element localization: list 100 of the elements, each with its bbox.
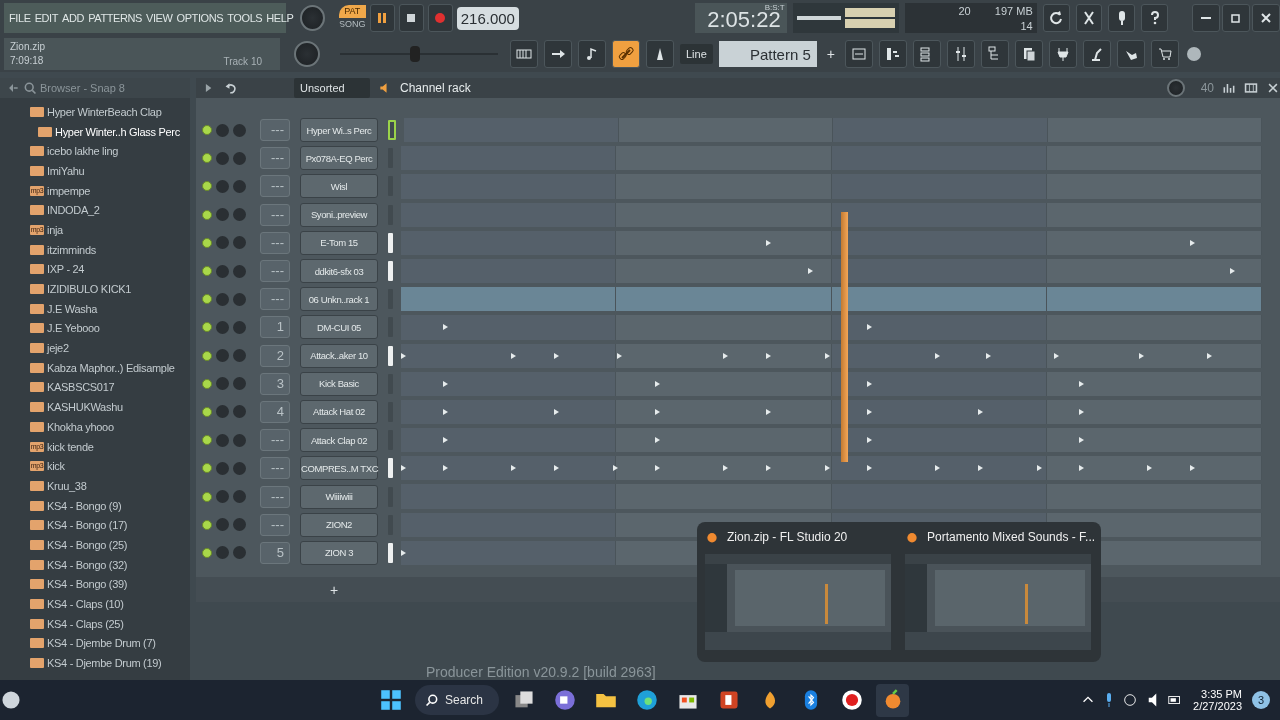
browser-item[interactable]: Kruu_38 xyxy=(0,476,190,496)
mixer-track-field[interactable]: 2 xyxy=(260,344,290,367)
volume-knob[interactable] xyxy=(233,179,246,193)
browser-item[interactable]: ImiYahu xyxy=(0,161,190,181)
menu-item[interactable]: HELP xyxy=(266,12,294,24)
menu-item[interactable]: OPTIONS xyxy=(176,12,224,24)
toolbar-button[interactable] xyxy=(1049,40,1077,68)
mixer-track-field[interactable]: 4 xyxy=(260,400,290,423)
mixer-track-field[interactable]: --- xyxy=(260,147,290,170)
step-sequencer-row[interactable] xyxy=(401,287,1262,312)
mute-led[interactable] xyxy=(202,209,212,220)
toolbar-button[interactable] xyxy=(879,40,907,68)
notification-badge[interactable]: 3 xyxy=(1252,691,1270,709)
stop-button[interactable] xyxy=(398,4,424,32)
group-filter-dropdown[interactable]: Unsorted xyxy=(294,78,370,98)
browser-item[interactable]: Khokha yhooo xyxy=(0,417,190,437)
mixer-track-field[interactable]: 3 xyxy=(260,372,290,395)
pan-knob[interactable] xyxy=(216,433,229,447)
pattern-selector[interactable]: Pattern 5 xyxy=(718,41,817,67)
menu-item[interactable]: FILE xyxy=(9,12,31,24)
mixer-track-field[interactable]: 1 xyxy=(260,316,290,339)
toolbar-button[interactable] xyxy=(612,40,640,68)
toolbar-button[interactable] xyxy=(1083,40,1111,68)
toolbar-button[interactable] xyxy=(1075,4,1103,32)
mute-led[interactable] xyxy=(202,463,212,474)
mixer-track-field[interactable]: --- xyxy=(260,513,290,536)
channel-button[interactable]: Attack Clap 02 xyxy=(300,428,378,453)
menu-item[interactable]: ADD xyxy=(62,12,85,24)
menu-item[interactable]: TOOLS xyxy=(227,12,263,24)
mute-led[interactable] xyxy=(202,294,212,305)
toolbar-button[interactable] xyxy=(947,40,975,68)
volume-knob[interactable] xyxy=(233,433,246,447)
volume-knob[interactable] xyxy=(300,5,325,31)
mixer-track-field[interactable]: --- xyxy=(260,231,290,254)
channel-button[interactable]: 06 Unkn..rack 1 xyxy=(300,287,378,312)
thumbnail-drawing[interactable] xyxy=(905,554,1091,650)
mixer-track-field[interactable]: --- xyxy=(260,175,290,198)
swing-knob[interactable] xyxy=(1166,79,1185,97)
toolbar-button[interactable] xyxy=(1117,40,1145,68)
pan-knob[interactable] xyxy=(216,349,229,363)
channel-select-light[interactable] xyxy=(388,542,393,563)
play-pause-button[interactable] xyxy=(369,4,395,32)
mute-led[interactable] xyxy=(202,181,212,192)
pan-knob[interactable] xyxy=(216,264,229,278)
volume-knob[interactable] xyxy=(233,546,246,560)
channel-button[interactable]: Syoni..preview xyxy=(300,202,378,227)
pan-knob[interactable] xyxy=(216,461,229,475)
browser-item[interactable]: KS4 - Bongo (9) xyxy=(0,495,190,516)
channel-button[interactable]: Attack..aker 10 xyxy=(300,343,378,368)
browser-item[interactable]: itzimminds xyxy=(0,239,190,260)
menu-item[interactable]: VIEW xyxy=(146,12,173,24)
channel-button[interactable]: Wisl xyxy=(300,174,378,199)
channel-button[interactable]: COMPRES..M TXC xyxy=(300,456,378,481)
toolbar-button[interactable] xyxy=(1252,4,1280,32)
channel-select-light[interactable] xyxy=(388,261,393,282)
channel-button[interactable]: ZION2 xyxy=(300,512,378,537)
mixer-track-field[interactable]: --- xyxy=(260,457,290,480)
mute-led[interactable] xyxy=(202,435,212,446)
volume-knob[interactable] xyxy=(233,236,246,250)
mute-led[interactable] xyxy=(202,491,212,502)
browser-item[interactable]: KS4 - Claps (25) xyxy=(0,613,190,634)
mute-led[interactable] xyxy=(202,378,212,389)
menu-item[interactable]: PATTERNS xyxy=(88,12,142,24)
mode-toggle[interactable]: PAT xyxy=(339,5,366,18)
toolbar-button[interactable] xyxy=(510,40,538,68)
pan-knob[interactable] xyxy=(216,151,229,165)
channel-select-light[interactable] xyxy=(388,232,393,253)
browser-item[interactable]: Kabza Maphor..) Edisample xyxy=(0,357,190,378)
channel-button[interactable]: Wiiiiwiii xyxy=(300,484,378,509)
toolbar-button[interactable] xyxy=(1108,4,1136,32)
pan-knob[interactable] xyxy=(216,123,229,137)
pan-knob[interactable] xyxy=(216,405,229,419)
browser-item[interactable]: icebo lakhe ling xyxy=(0,141,190,162)
tempo-display[interactable]: 216.000 xyxy=(456,6,519,30)
toolbar-button[interactable] xyxy=(1192,4,1220,32)
pan-knob[interactable] xyxy=(216,518,229,532)
pan-knob[interactable] xyxy=(216,292,229,306)
browser-item[interactable]: KASHUKWashu xyxy=(0,397,190,417)
browser-item[interactable]: KS4 - Bongo (39) xyxy=(0,574,190,595)
mute-led[interactable] xyxy=(202,153,212,164)
time-format[interactable]: B:S:T xyxy=(764,3,785,12)
browser-item[interactable]: IZIDIBULO KICK1 xyxy=(0,279,190,299)
thumbnail-drawing[interactable] xyxy=(705,554,891,650)
mute-led[interactable] xyxy=(202,519,212,530)
channel-select-light[interactable] xyxy=(388,120,396,141)
mixer-track-field[interactable]: --- xyxy=(260,288,290,311)
channel-button[interactable]: ZION 3 xyxy=(300,540,378,565)
browser-item[interactable]: KS4 - Djembe Drum (19) xyxy=(0,653,190,673)
mute-led[interactable] xyxy=(202,406,212,417)
taskbar-icon[interactable] xyxy=(876,683,909,717)
browser-item[interactable]: KS4 - Bongo (25) xyxy=(0,535,190,555)
browser-item[interactable]: jeje2 xyxy=(0,338,190,358)
mute-led[interactable] xyxy=(202,350,212,361)
mute-led[interactable] xyxy=(202,266,212,277)
channel-button[interactable]: Px078A-EQ Perc xyxy=(300,146,378,171)
pan-knob[interactable] xyxy=(216,236,229,250)
channel-button[interactable]: ddkit6-sfx 03 xyxy=(300,259,378,284)
search-button[interactable]: Search xyxy=(415,685,499,715)
volume-knob[interactable] xyxy=(233,151,246,165)
browser-item[interactable]: Hyper Winter..h Glass Perc xyxy=(0,121,190,142)
